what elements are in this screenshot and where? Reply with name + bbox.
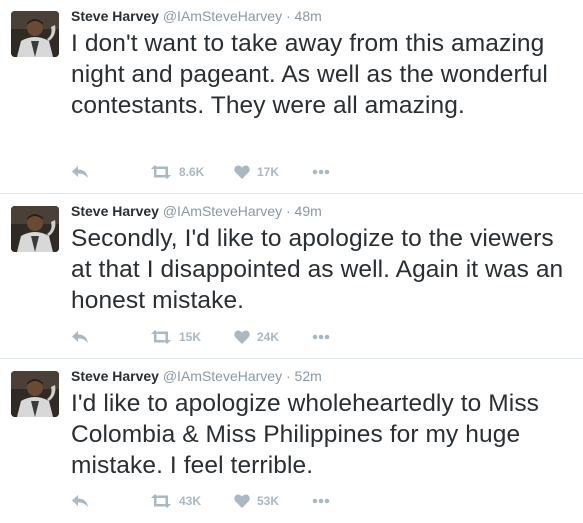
avatar[interactable] (11, 371, 59, 417)
timestamp[interactable]: 48m (295, 8, 322, 24)
reply-icon (71, 494, 89, 508)
more-button[interactable] (312, 328, 330, 346)
user-name[interactable]: Steve Harvey (71, 368, 159, 384)
more-icon (312, 498, 330, 504)
tweet-text: I don't want to take away from this amaz… (71, 30, 548, 119)
retweet-button[interactable]: 43K (150, 492, 201, 510)
retweet-icon (150, 165, 172, 179)
user-handle[interactable]: @IAmSteveHarvey (163, 368, 282, 384)
tweet[interactable]: Steve Harvey @IAmSteveHarvey · 49m Secon… (0, 195, 583, 359)
user-name[interactable]: Steve Harvey (71, 203, 159, 219)
more-button[interactable] (312, 492, 330, 510)
timestamp[interactable]: 49m (295, 203, 322, 219)
more-icon (312, 334, 330, 340)
reply-button[interactable] (71, 328, 89, 346)
user-name[interactable]: Steve Harvey (71, 8, 159, 24)
user-handle[interactable]: @IAmSteveHarvey (163, 203, 282, 219)
retweet-icon (150, 494, 172, 508)
reply-button[interactable] (71, 492, 89, 510)
timestamp[interactable]: 52m (295, 368, 322, 384)
user-handle[interactable]: @IAmSteveHarvey (163, 8, 282, 24)
like-count: 24K (257, 330, 280, 344)
retweet-count: 15K (179, 330, 202, 344)
reply-icon (71, 165, 89, 179)
tweet[interactable]: Steve Harvey @IAmSteveHarvey · 52m I'd l… (0, 360, 583, 523)
tweet-header: Steve Harvey @IAmSteveHarvey · 48m (71, 7, 322, 25)
avatar[interactable] (11, 206, 59, 252)
retweet-count: 43K (179, 494, 202, 508)
separator: · (285, 8, 291, 24)
reply-button[interactable] (71, 163, 89, 181)
separator: · (285, 368, 291, 384)
tweet-header: Steve Harvey @IAmSteveHarvey · 52m (71, 367, 322, 385)
tweet-text: Secondly, I'd like to apologize to the v… (71, 225, 564, 314)
reply-icon (71, 330, 89, 344)
tweet-header: Steve Harvey @IAmSteveHarvey · 49m (71, 202, 322, 220)
like-count: 17K (257, 165, 280, 179)
retweet-icon (150, 330, 172, 344)
tweet-text: I'd like to apologize wholeheartedly to … (71, 390, 540, 479)
avatar[interactable] (11, 11, 59, 57)
heart-icon (234, 494, 250, 508)
retweet-button[interactable]: 8.6K (150, 163, 204, 181)
like-button[interactable]: 24K (234, 328, 279, 346)
like-count: 53K (257, 494, 280, 508)
heart-icon (234, 165, 250, 179)
separator: · (285, 203, 291, 219)
retweet-count: 8.6K (179, 165, 205, 179)
like-button[interactable]: 53K (234, 492, 279, 510)
more-icon (312, 169, 330, 175)
heart-icon (234, 330, 250, 344)
retweet-button[interactable]: 15K (150, 328, 201, 346)
like-button[interactable]: 17K (234, 163, 279, 181)
more-button[interactable] (312, 163, 330, 181)
tweet[interactable]: Steve Harvey @IAmSteveHarvey · 48m I don… (0, 0, 583, 194)
